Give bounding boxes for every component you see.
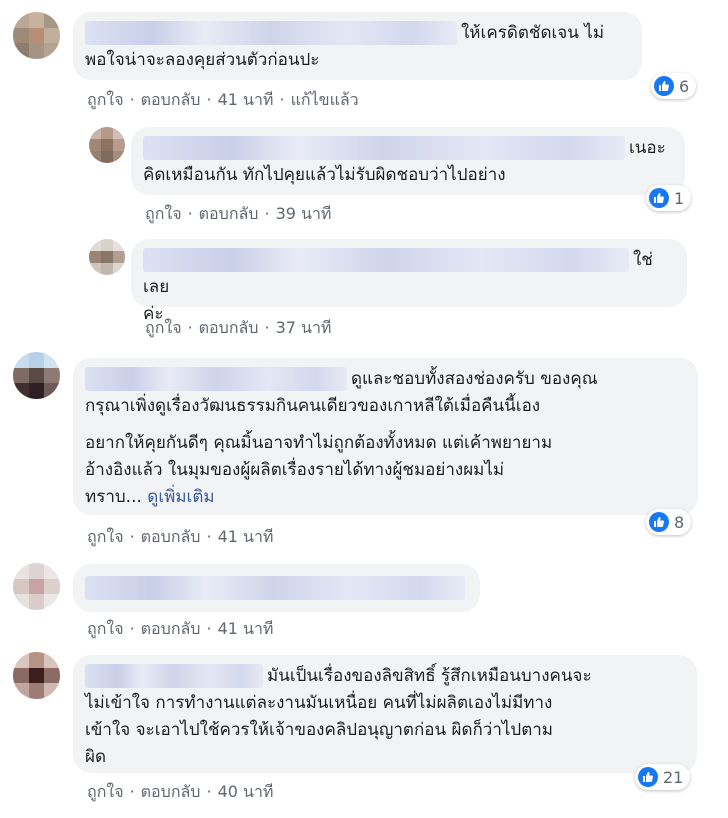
- comment-text-line-5: ทราบ...: [85, 487, 142, 507]
- comment-actions: ถูกใจ · ตอบกลับ · 41 นาที · แก้ไขแล้ว: [87, 90, 359, 109]
- reply-link[interactable]: ตอบกลับ: [141, 527, 201, 546]
- comment-text-line-2: พอใจน่าจะลองคุยส่วนตัวก่อนปะ: [85, 50, 320, 70]
- reaction-count[interactable]: 6: [651, 73, 697, 99]
- see-more-link[interactable]: ดูเพิ่มเติม: [147, 487, 214, 507]
- reaction-count-value: 6: [679, 76, 690, 96]
- reaction-count-value: 8: [674, 512, 685, 532]
- comment-timestamp[interactable]: 41 นาที: [218, 619, 274, 638]
- reply-link[interactable]: ตอบกลับ: [141, 90, 201, 109]
- commenter-name-blurred[interactable]: [85, 21, 457, 45]
- reaction-count-value: 1: [674, 188, 685, 208]
- comment-text-line-2: ไม่เข้าใจ การทำงานแต่ละงานมันเหนื่อย คนท…: [85, 693, 553, 713]
- reply-link[interactable]: ตอบกลับ: [141, 782, 201, 801]
- like-reaction-icon: [638, 767, 658, 787]
- comment-actions: ถูกใจ · ตอบกลับ · 41 นาที: [87, 619, 274, 638]
- avatar[interactable]: [13, 563, 60, 610]
- comment-bubble: เนอะ คิดเหมือนกัน ทักไปคุยแล้วไม่รับผิดช…: [131, 127, 685, 195]
- comment-timestamp[interactable]: 41 นาที: [218, 90, 274, 109]
- avatar[interactable]: [13, 12, 60, 59]
- like-reaction-icon: [649, 188, 669, 208]
- commenter-name-blurred[interactable]: [85, 576, 465, 600]
- like-reaction-icon: [649, 512, 669, 532]
- comment-bubble: [73, 564, 480, 612]
- like-link[interactable]: ถูกใจ: [145, 204, 182, 223]
- comment-bubble: ให้เครดิตชัดเจน ไม่ พอใจน่าจะลองคุยส่วนต…: [73, 12, 642, 80]
- reply-link[interactable]: ตอบกลับ: [199, 318, 259, 337]
- avatar[interactable]: [13, 352, 60, 399]
- like-link[interactable]: ถูกใจ: [87, 527, 124, 546]
- commenter-name-blurred[interactable]: [143, 136, 625, 160]
- like-link[interactable]: ถูกใจ: [87, 619, 124, 638]
- edited-label[interactable]: แก้ไขแล้ว: [291, 90, 359, 109]
- reply-link[interactable]: ตอบกลับ: [199, 204, 259, 223]
- reaction-count[interactable]: 21: [635, 764, 691, 790]
- commenter-name-blurred[interactable]: [143, 248, 629, 272]
- comment-text-line-4: ผิด: [85, 747, 107, 767]
- comment-bubble: ใช่เลย ค่ะ: [131, 239, 687, 324]
- comment-timestamp[interactable]: 37 นาที: [276, 318, 332, 337]
- like-link[interactable]: ถูกใจ: [87, 782, 124, 801]
- comment-bubble: มันเป็นเรื่องของลิขสิทธิ์ รู้สึกเหมือนบา…: [73, 655, 697, 773]
- like-reaction-icon: [654, 76, 674, 96]
- comment-text-line-1: เนอะ: [629, 138, 666, 158]
- comment-text-line-1: ให้เครดิตชัดเจน ไม่: [461, 23, 605, 43]
- comment-timestamp[interactable]: 41 นาที: [218, 527, 274, 546]
- comment-actions: ถูกใจ · ตอบกลับ · 37 นาที: [145, 318, 332, 337]
- comment-timestamp[interactable]: 39 นาที: [276, 204, 332, 223]
- comment-actions: ถูกใจ · ตอบกลับ · 40 นาที: [87, 782, 274, 801]
- comment-timestamp[interactable]: 40 นาที: [218, 782, 274, 801]
- like-link[interactable]: ถูกใจ: [87, 90, 124, 109]
- comment-text-line-1: มันเป็นเรื่องของลิขสิทธิ์ รู้สึกเหมือนบา…: [267, 666, 592, 686]
- comment-actions: ถูกใจ · ตอบกลับ · 41 นาที: [87, 527, 274, 546]
- reply-link[interactable]: ตอบกลับ: [141, 619, 201, 638]
- comment-text-line-3: เข้าใจ จะเอาไปใช้ควรให้เจ้าของคลิปอนุญาต…: [85, 720, 554, 740]
- commenter-name-blurred[interactable]: [85, 664, 263, 688]
- comment-text-line-1: ดูและชอบทั้งสองช่องครับ ของคุณ: [351, 369, 598, 389]
- like-link[interactable]: ถูกใจ: [145, 318, 182, 337]
- avatar[interactable]: [89, 239, 125, 275]
- comment-text-line-4: อ้างอิงแล้ว ในมุมของผู้ผลิตเรื่องรายได้ท…: [85, 460, 505, 480]
- avatar[interactable]: [13, 652, 60, 699]
- comment-text-line-2: คิดเหมือนกัน ทักไปคุยแล้วไม่รับผิดชอบว่า…: [143, 165, 506, 185]
- avatar[interactable]: [89, 127, 125, 163]
- comment-actions: ถูกใจ · ตอบกลับ · 39 นาที: [145, 204, 332, 223]
- comment-bubble: ดูและชอบทั้งสองช่องครับ ของคุณ กรุณาเพิ่…: [73, 358, 698, 515]
- comment-text-line-3: อยากให้คุยกันดีๆ คุณมิ้นอาจทำไม่ถูกต้องท…: [85, 433, 553, 453]
- reaction-count-value: 21: [663, 767, 684, 787]
- reaction-count[interactable]: 1: [646, 185, 692, 211]
- commenter-name-blurred[interactable]: [85, 367, 347, 391]
- comment-text-line-2: กรุณาเพิ่งดูเรื่องวัฒนธรรมกินคนเดียวของเ…: [85, 396, 541, 416]
- reaction-count[interactable]: 8: [646, 509, 692, 535]
